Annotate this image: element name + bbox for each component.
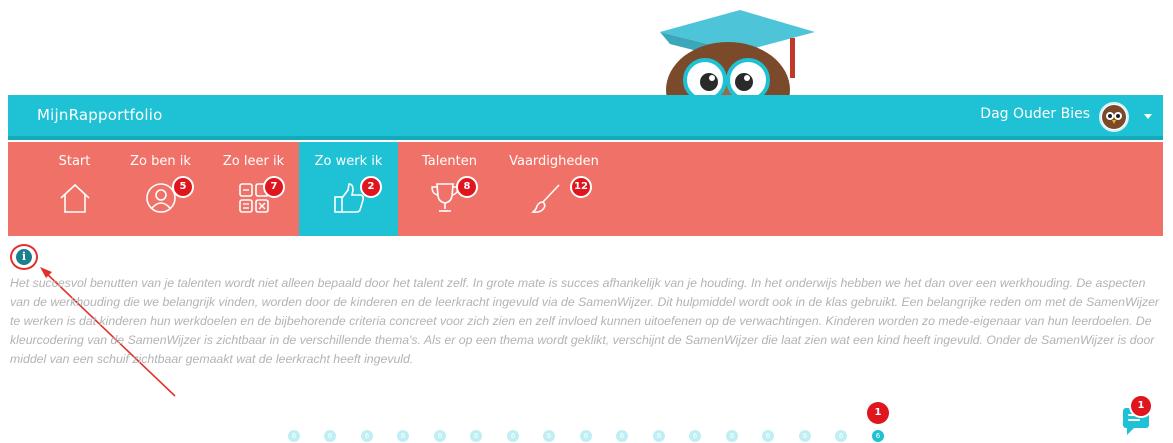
description-text: Het succesvol benutten van je talenten w… — [10, 276, 1160, 366]
page-dot-current[interactable]: 6 — [872, 430, 884, 442]
nav-item-talenten[interactable]: Talenten 8 — [400, 142, 499, 236]
nav-item-zo-werk-ik[interactable]: Zo werk ik 2 — [299, 142, 398, 236]
page-dot[interactable]: 6 — [397, 430, 409, 442]
nav-item-label: Start — [58, 154, 91, 169]
notification-badge: 8 — [456, 176, 478, 198]
owl-avatar-icon — [1102, 105, 1126, 129]
page-dot[interactable]: 6 — [361, 430, 373, 442]
page-dot[interactable]: 6 — [799, 430, 811, 442]
page-dot[interactable]: 6 — [580, 430, 592, 442]
page-dot[interactable]: 6 — [835, 430, 847, 442]
page-dot[interactable]: 6 — [653, 430, 665, 442]
home-icon — [59, 183, 90, 213]
page-dot[interactable]: 6 — [288, 430, 300, 442]
page-dot[interactable]: 6 — [470, 430, 482, 442]
nav-item-label: Talenten — [422, 154, 477, 169]
nav-item-label: Zo werk ik — [314, 154, 383, 169]
notification-badge: 12 — [570, 176, 592, 198]
page-dot[interactable]: 6 — [434, 430, 446, 442]
user-greeting[interactable]: Dag Ouder Bies — [980, 106, 1090, 122]
chat-line — [1128, 419, 1140, 421]
page-dot[interactable]: 6 — [507, 430, 519, 442]
nav-item-zo-ben-ik[interactable]: Zo ben ik 5 — [111, 142, 210, 236]
page-dot[interactable]: 6 — [762, 430, 774, 442]
nav-item-start[interactable]: Start — [25, 142, 124, 236]
chat-notification-badge: 1 — [1129, 394, 1153, 418]
notification-badge: 5 — [172, 176, 194, 198]
user-avatar[interactable] — [1099, 102, 1129, 132]
brush-icon — [531, 184, 560, 213]
nav-item-label: Zo leer ik — [222, 154, 285, 169]
notification-badge: 2 — [360, 176, 382, 198]
main-nav: Start Zo ben ik 5 Zo leer ik 7 Zo werk i… — [8, 142, 1163, 236]
page-dot[interactable]: 6 — [726, 430, 738, 442]
page-dot[interactable]: 6 — [689, 430, 701, 442]
info-icon[interactable]: i — [16, 249, 32, 265]
page-dot[interactable]: 6 — [324, 430, 336, 442]
chevron-down-icon[interactable] — [1144, 114, 1152, 119]
nav-item-label: Zo ben ik — [130, 154, 191, 169]
nav-item-label: Vaardigheden — [509, 154, 599, 169]
app-title[interactable]: MijnRapportfolio — [37, 106, 163, 124]
page-dot[interactable]: 6 — [616, 430, 628, 442]
notification-badge: 7 — [263, 176, 285, 198]
nav-item-vaardigheden[interactable]: Vaardigheden 12 — [498, 142, 610, 236]
page-dot[interactable]: 6 — [543, 430, 555, 442]
top-bar: MijnRapportfolio Dag Ouder Bies — [8, 95, 1163, 140]
pager-alert-badge: 1 — [867, 402, 889, 424]
nav-item-zo-leer-ik[interactable]: Zo leer ik 7 — [204, 142, 303, 236]
